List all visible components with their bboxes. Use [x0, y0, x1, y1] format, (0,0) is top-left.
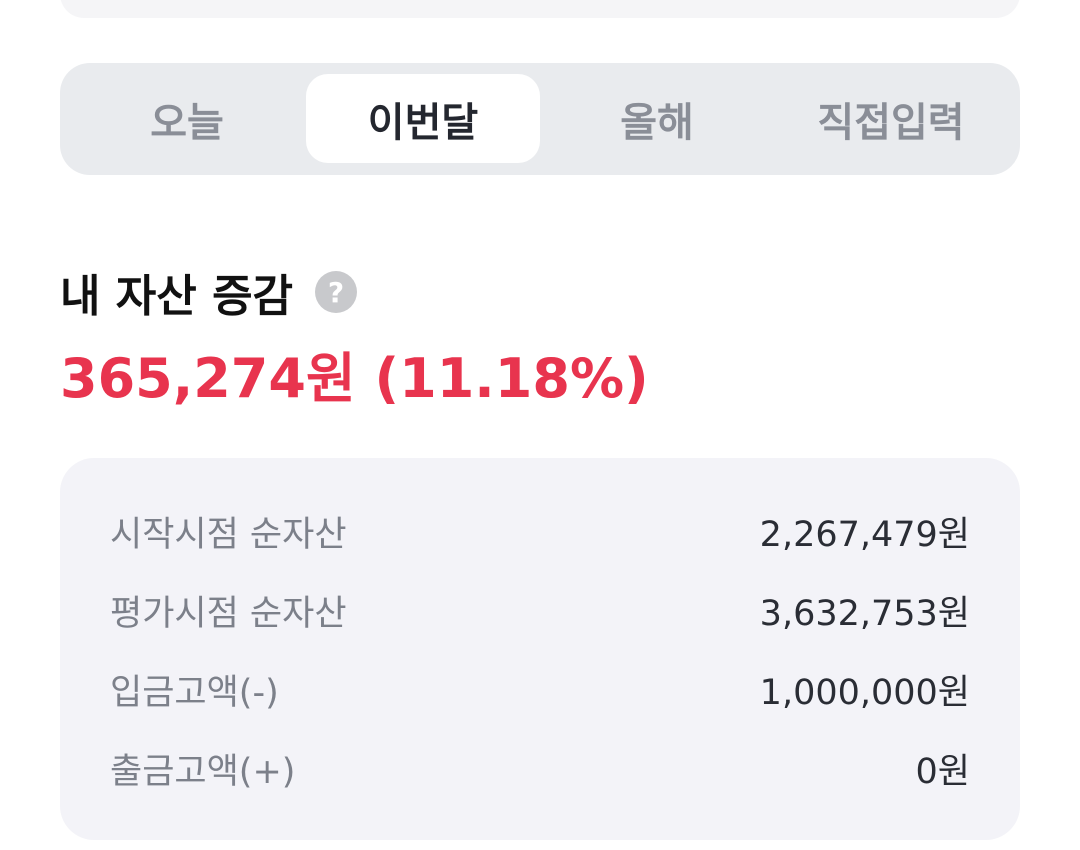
tab-this-year[interactable]: 올해: [540, 74, 774, 163]
detail-label: 출금고액(+): [110, 751, 296, 792]
asset-detail-card: 시작시점 순자산 2,267,479원 평가시점 순자산 3,632,753원 …: [60, 458, 1020, 840]
detail-row-withdrawal-total: 출금고액(+) 0원: [110, 743, 970, 793]
detail-value: 1,000,000원: [759, 672, 970, 713]
asset-change-amount: 365,274원 (11.18%): [60, 334, 649, 413]
detail-row-eval-net-asset: 평가시점 순자산 3,632,753원: [110, 585, 970, 635]
detail-row-deposit-total: 입금고액(-) 1,000,000원: [110, 664, 970, 714]
detail-label: 시작시점 순자산: [110, 514, 347, 555]
tab-today[interactable]: 오늘: [70, 74, 304, 163]
change-amount: 365,274원: [60, 347, 356, 410]
detail-value: 0원: [915, 751, 970, 792]
detail-row-start-net-asset: 시작시점 순자산 2,267,479원: [110, 506, 970, 556]
period-segmented-control: 오늘 이번달 올해 직접입력: [60, 63, 1020, 175]
detail-value: 2,267,479원: [759, 514, 970, 555]
asset-change-header: 내 자산 증감 ?: [60, 262, 358, 322]
detail-label: 평가시점 순자산: [110, 593, 347, 634]
asset-change-title: 내 자산 증감: [60, 271, 294, 322]
tab-this-month[interactable]: 이번달: [306, 74, 540, 163]
detail-value: 3,632,753원: [759, 593, 970, 634]
detail-label: 입금고액(-): [110, 672, 279, 713]
question-icon[interactable]: ?: [315, 271, 358, 313]
previous-card: [60, 0, 1020, 18]
change-percent: (11.18%): [374, 347, 649, 410]
tab-custom-input[interactable]: 직접입력: [774, 74, 1008, 163]
